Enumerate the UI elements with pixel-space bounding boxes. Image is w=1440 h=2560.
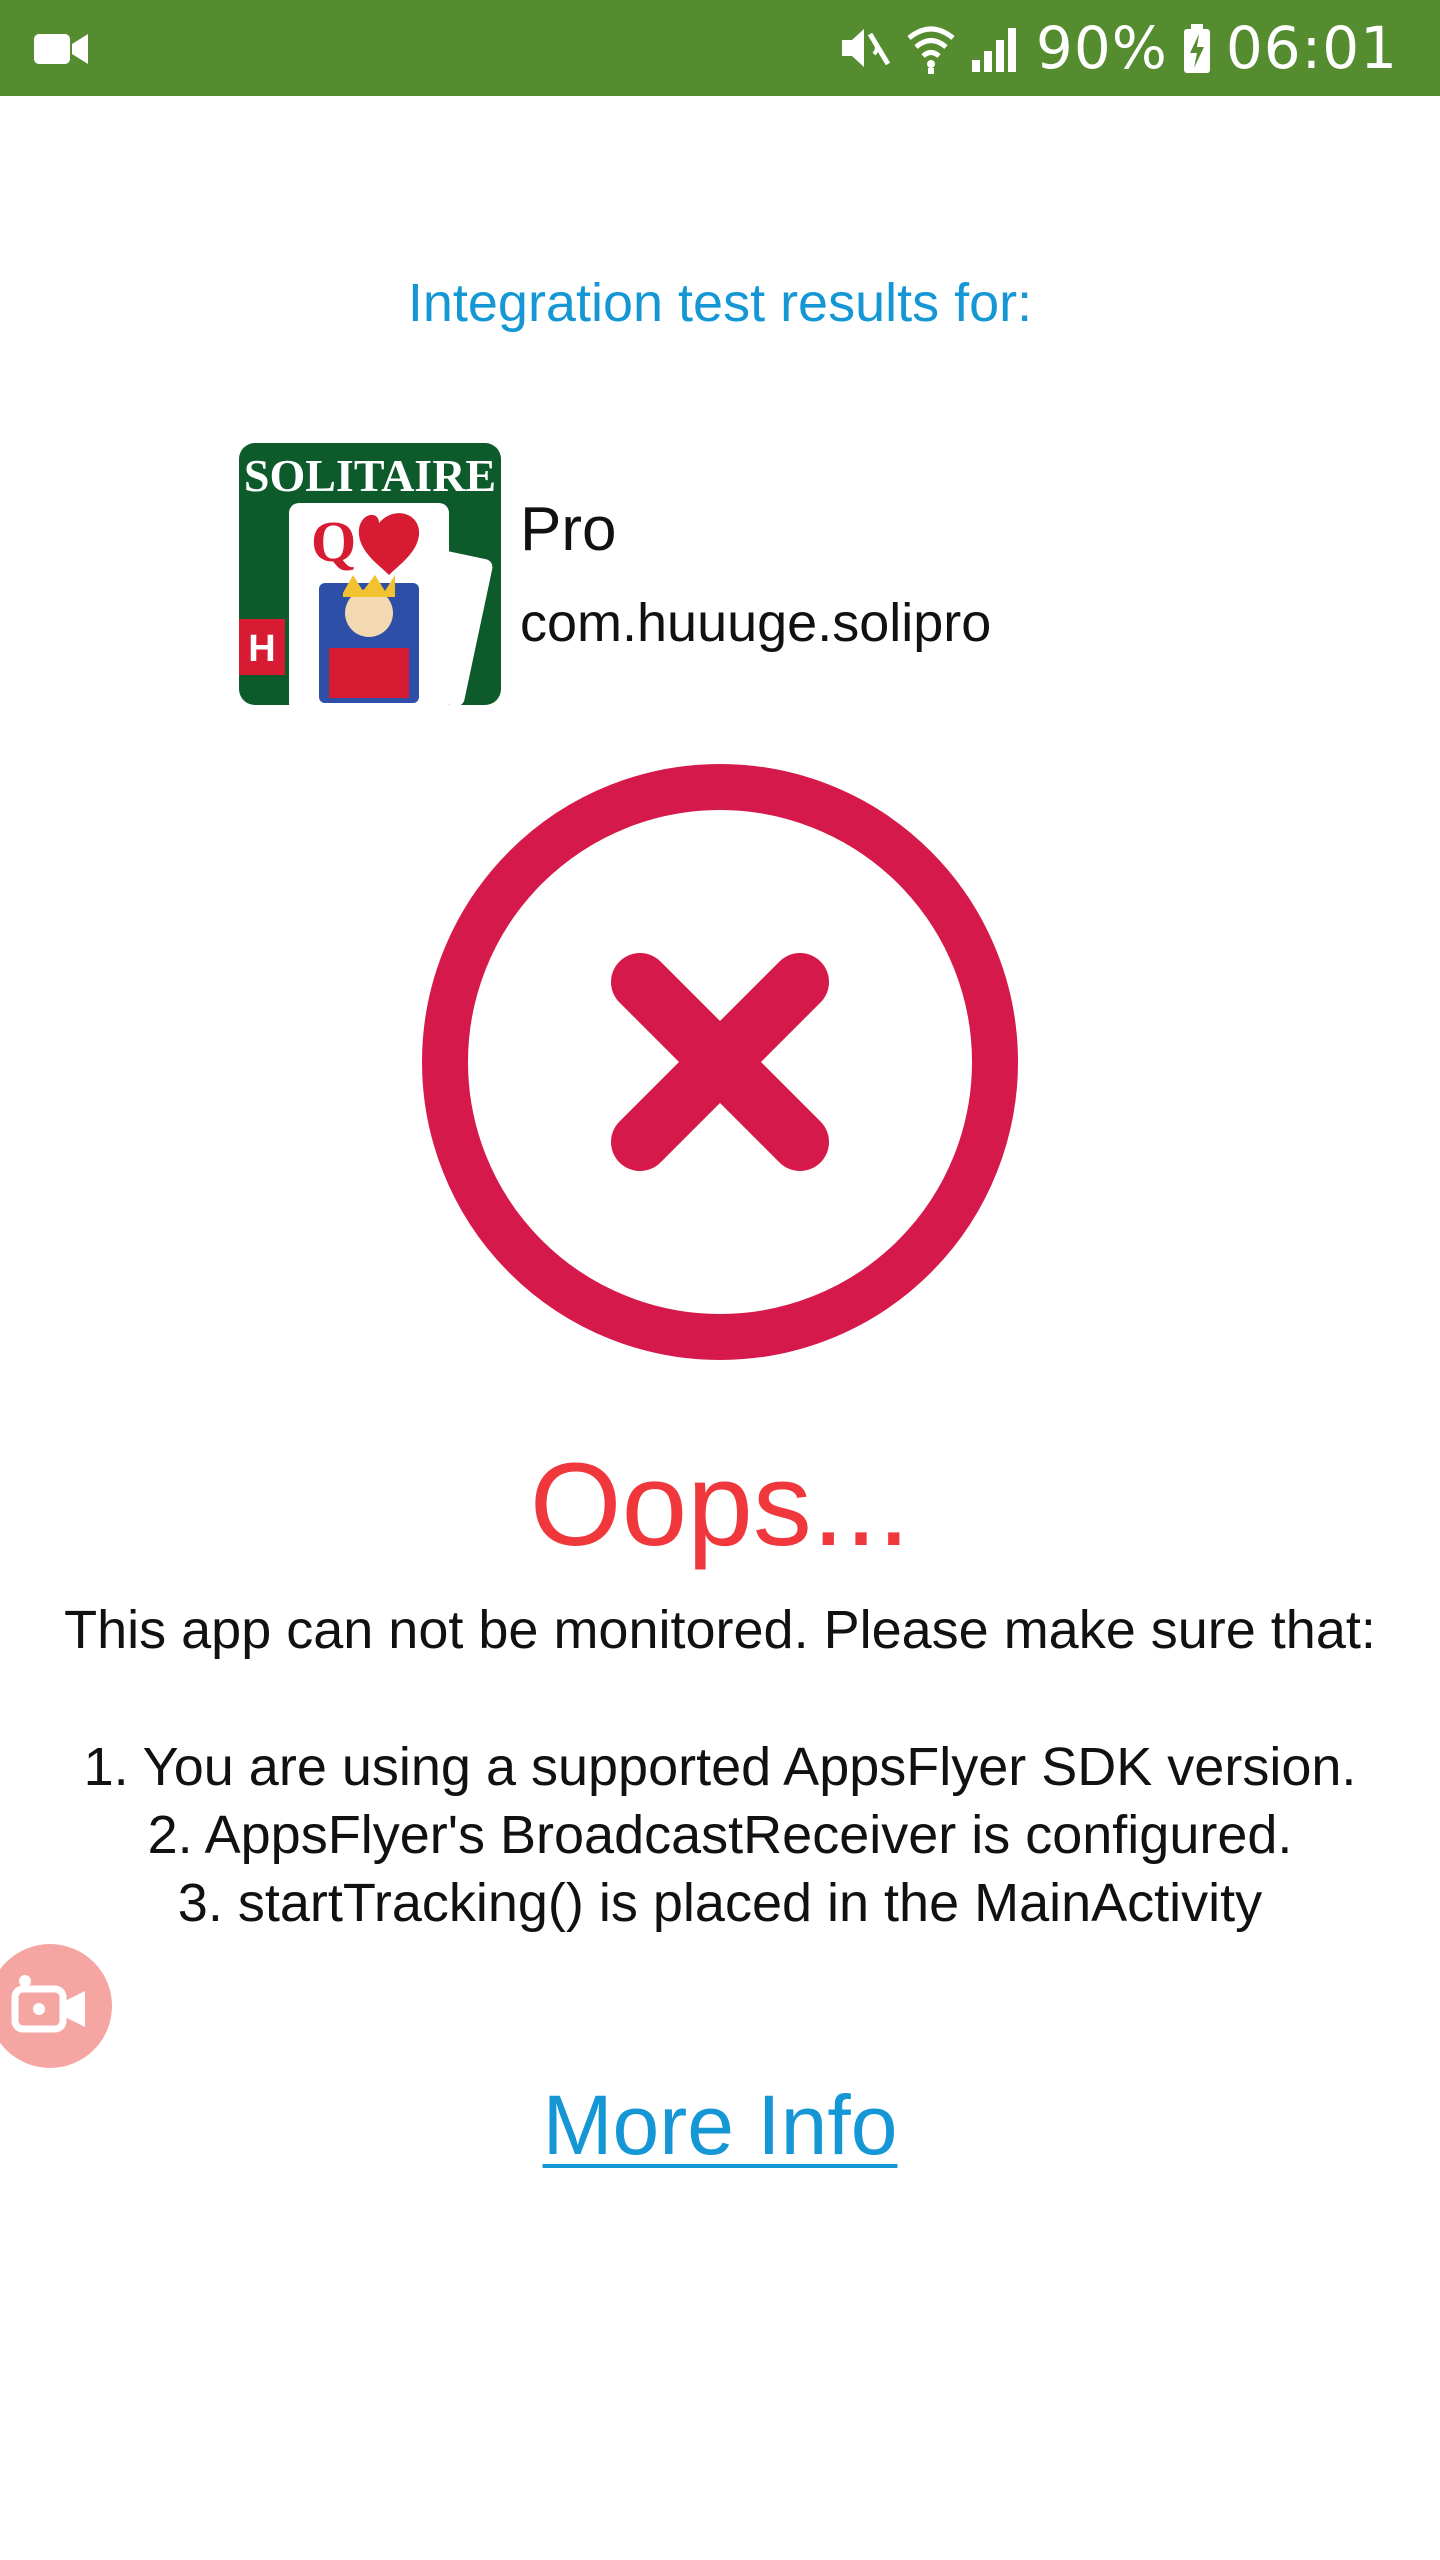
- step-item: 2. AppsFlyer's BroadcastReceiver is conf…: [147, 1805, 1293, 1865]
- signal-icon: [971, 28, 1016, 72]
- video-camera-icon: [34, 34, 88, 64]
- status-bar: 90% 06:01: [0, 0, 1440, 96]
- app-name: Pro: [520, 495, 617, 564]
- result-message: This app can not be monitored. Please ma…: [64, 1600, 1376, 1660]
- status-icons: 90% 06:01: [836, 0, 1398, 96]
- more-info-container: More Info: [0, 2070, 1440, 2180]
- battery-charging-icon: [1183, 24, 1210, 73]
- battery-percent: 90%: [1035, 14, 1168, 82]
- screen-recorder-button[interactable]: [0, 1944, 112, 2068]
- solitaire-app-icon: SOLITAIRE Q H: [239, 443, 501, 705]
- step-item: 1. You are using a supported AppsFlyer S…: [83, 1737, 1357, 1797]
- step-item: 3. startTracking() is placed in the Main…: [177, 1873, 1263, 1933]
- svg-text:Q: Q: [311, 509, 356, 574]
- wifi-icon: [907, 26, 955, 74]
- clock: 06:01: [1225, 14, 1398, 82]
- result-title: Oops...: [529, 1439, 911, 1571]
- page-heading: Integration test results for:: [407, 273, 1033, 333]
- app-package-name: com.huuuge.solipro: [520, 593, 992, 653]
- steps-list: 1. You are using a supported AppsFlyer S…: [0, 1733, 1440, 1937]
- screen-recorder-icon: [11, 1975, 85, 2033]
- mute-vibrate-icon: [841, 29, 891, 67]
- more-info-link[interactable]: More Info: [543, 2078, 898, 2172]
- svg-text:H: H: [248, 628, 275, 670]
- error-x-circle-icon: [422, 764, 1018, 1360]
- app-icon-title: SOLITAIRE: [244, 450, 496, 501]
